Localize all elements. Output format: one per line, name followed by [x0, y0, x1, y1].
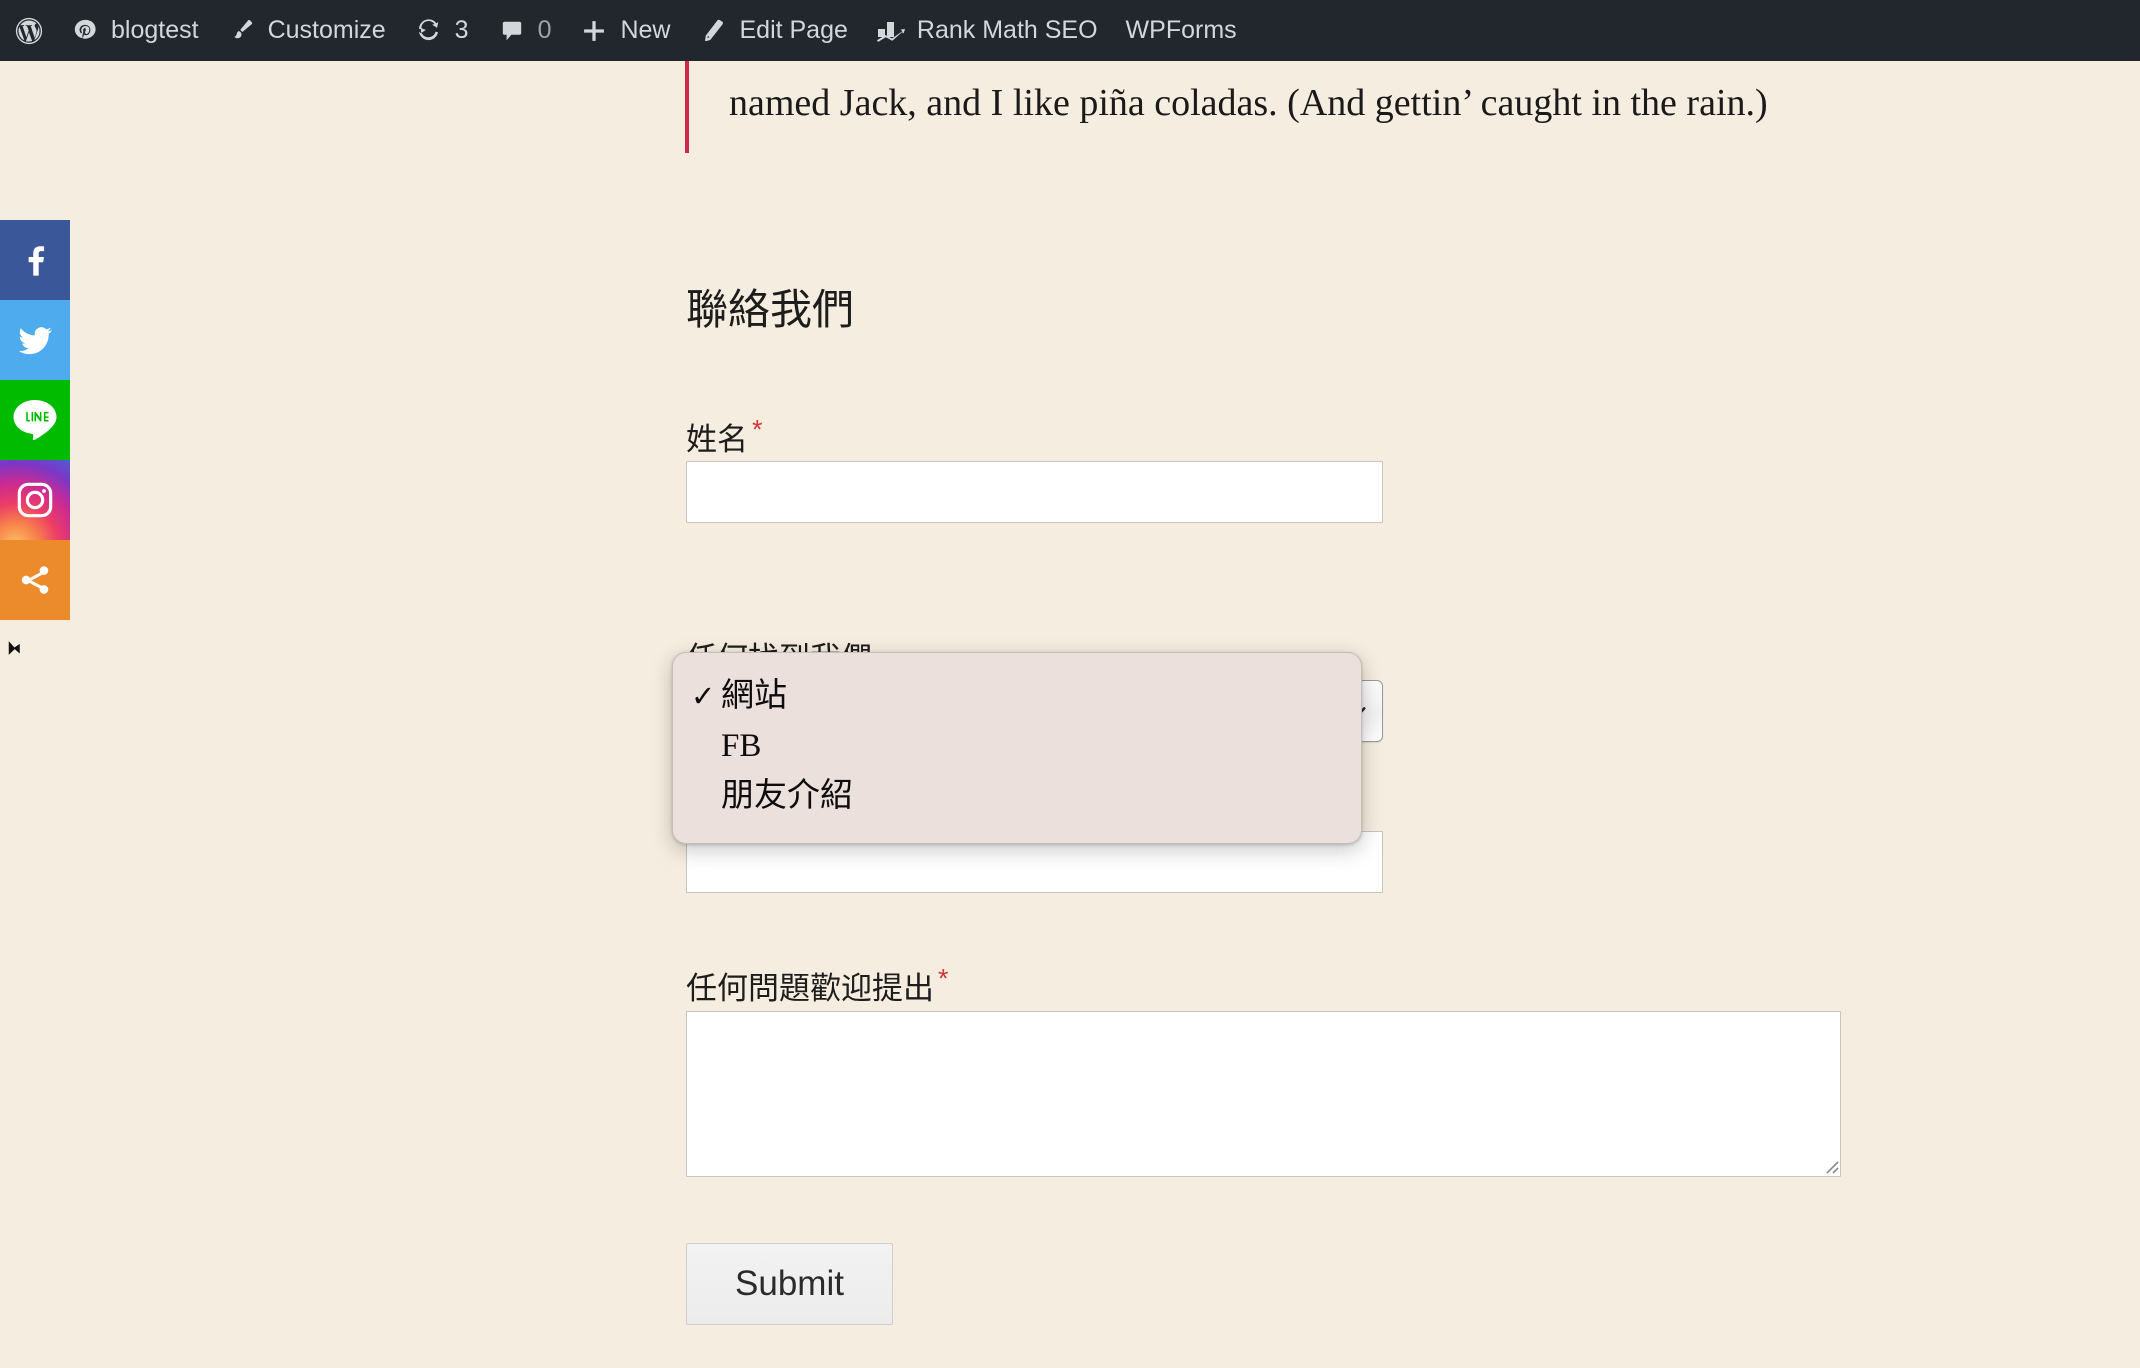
- instagram-icon: [15, 480, 55, 520]
- required-marker-message: *: [938, 963, 949, 994]
- admin-bar-comments-count: 0: [537, 16, 552, 44]
- dropdown-option-fb[interactable]: FB: [673, 721, 1361, 771]
- social-share-instagram-button[interactable]: [0, 460, 70, 540]
- source-select-dropdown-popup: ✓ 網站 FB 朋友介紹: [672, 652, 1362, 844]
- twitter-icon: [16, 321, 54, 359]
- wordpress-logo-icon: [14, 16, 44, 46]
- message-textarea[interactable]: [686, 1011, 1841, 1177]
- social-share-collapse-toggle[interactable]: [0, 633, 34, 667]
- updates-icon: [414, 16, 444, 46]
- dropdown-option-label: 網站: [721, 677, 787, 714]
- field-label-message: 任何問題歡迎提出 *: [686, 965, 949, 1007]
- social-share-sidebar: [0, 220, 70, 620]
- admin-bar-new-label: New: [620, 16, 671, 44]
- social-share-more-button[interactable]: [0, 540, 70, 620]
- rank-math-chart-icon: [876, 16, 906, 46]
- field-label-name-text: 姓名: [686, 421, 748, 457]
- admin-bar-item-rank-math-seo[interactable]: Rank Math SEO: [862, 0, 1112, 61]
- dropdown-option-label: FB: [721, 727, 762, 764]
- admin-bar-site-name-label: blogtest: [111, 16, 199, 44]
- field-label-message-text: 任何問題歡迎提出: [686, 970, 934, 1006]
- dropdown-option-friend-referral[interactable]: 朋友介紹: [673, 771, 1361, 821]
- wp-admin-bar: blogtest Customize 3 0 New Edit Page Ran…: [0, 0, 2140, 61]
- admin-bar-customize-label: Customize: [267, 16, 386, 44]
- admin-bar-item-site-name[interactable]: blogtest: [56, 0, 213, 61]
- required-marker-name: *: [752, 414, 763, 445]
- form-title: 聯絡我們: [686, 288, 855, 334]
- admin-bar-edit-page-label: Edit Page: [739, 16, 848, 44]
- admin-bar-rank-math-label: Rank Math SEO: [916, 16, 1098, 44]
- admin-bar-updates-count: 3: [454, 16, 469, 44]
- collapse-left-arrow-icon: [6, 637, 28, 664]
- field-label-name: 姓名 *: [686, 416, 763, 458]
- social-share-facebook-button[interactable]: [0, 220, 70, 300]
- facebook-icon: [18, 243, 52, 277]
- page-content: named Jack, and I like piña coladas. (An…: [0, 61, 2140, 1368]
- comment-bubble-icon: [497, 16, 527, 46]
- paintbrush-icon: [227, 16, 257, 46]
- admin-bar-item-customize[interactable]: Customize: [213, 0, 400, 61]
- admin-bar-item-edit-page[interactable]: Edit Page: [684, 0, 861, 61]
- admin-bar-item-wpforms[interactable]: WPForms: [1112, 0, 1251, 61]
- social-share-line-button[interactable]: [0, 380, 70, 460]
- social-share-twitter-button[interactable]: [0, 300, 70, 380]
- dashboard-icon: [70, 16, 100, 46]
- admin-bar-item-wp-logo[interactable]: [4, 0, 56, 61]
- dropdown-option-website[interactable]: ✓ 網站: [673, 671, 1361, 721]
- dropdown-option-label: 朋友介紹: [721, 777, 853, 814]
- admin-bar-wpforms-label: WPForms: [1125, 16, 1237, 44]
- submit-button[interactable]: Submit: [686, 1243, 893, 1325]
- blockquote: named Jack, and I like piña coladas. (An…: [685, 61, 1815, 153]
- line-icon: [11, 398, 59, 443]
- admin-bar-item-updates[interactable]: 3: [400, 0, 483, 61]
- blockquote-text: named Jack, and I like piña coladas. (An…: [729, 82, 1768, 124]
- share-nodes-icon: [18, 563, 52, 597]
- name-input[interactable]: [686, 461, 1383, 523]
- pencil-icon: [698, 16, 728, 46]
- admin-bar-item-new[interactable]: New: [565, 0, 684, 61]
- check-icon: ✓: [691, 680, 716, 713]
- admin-bar-item-comments[interactable]: 0: [483, 0, 566, 61]
- plus-icon: [579, 16, 609, 46]
